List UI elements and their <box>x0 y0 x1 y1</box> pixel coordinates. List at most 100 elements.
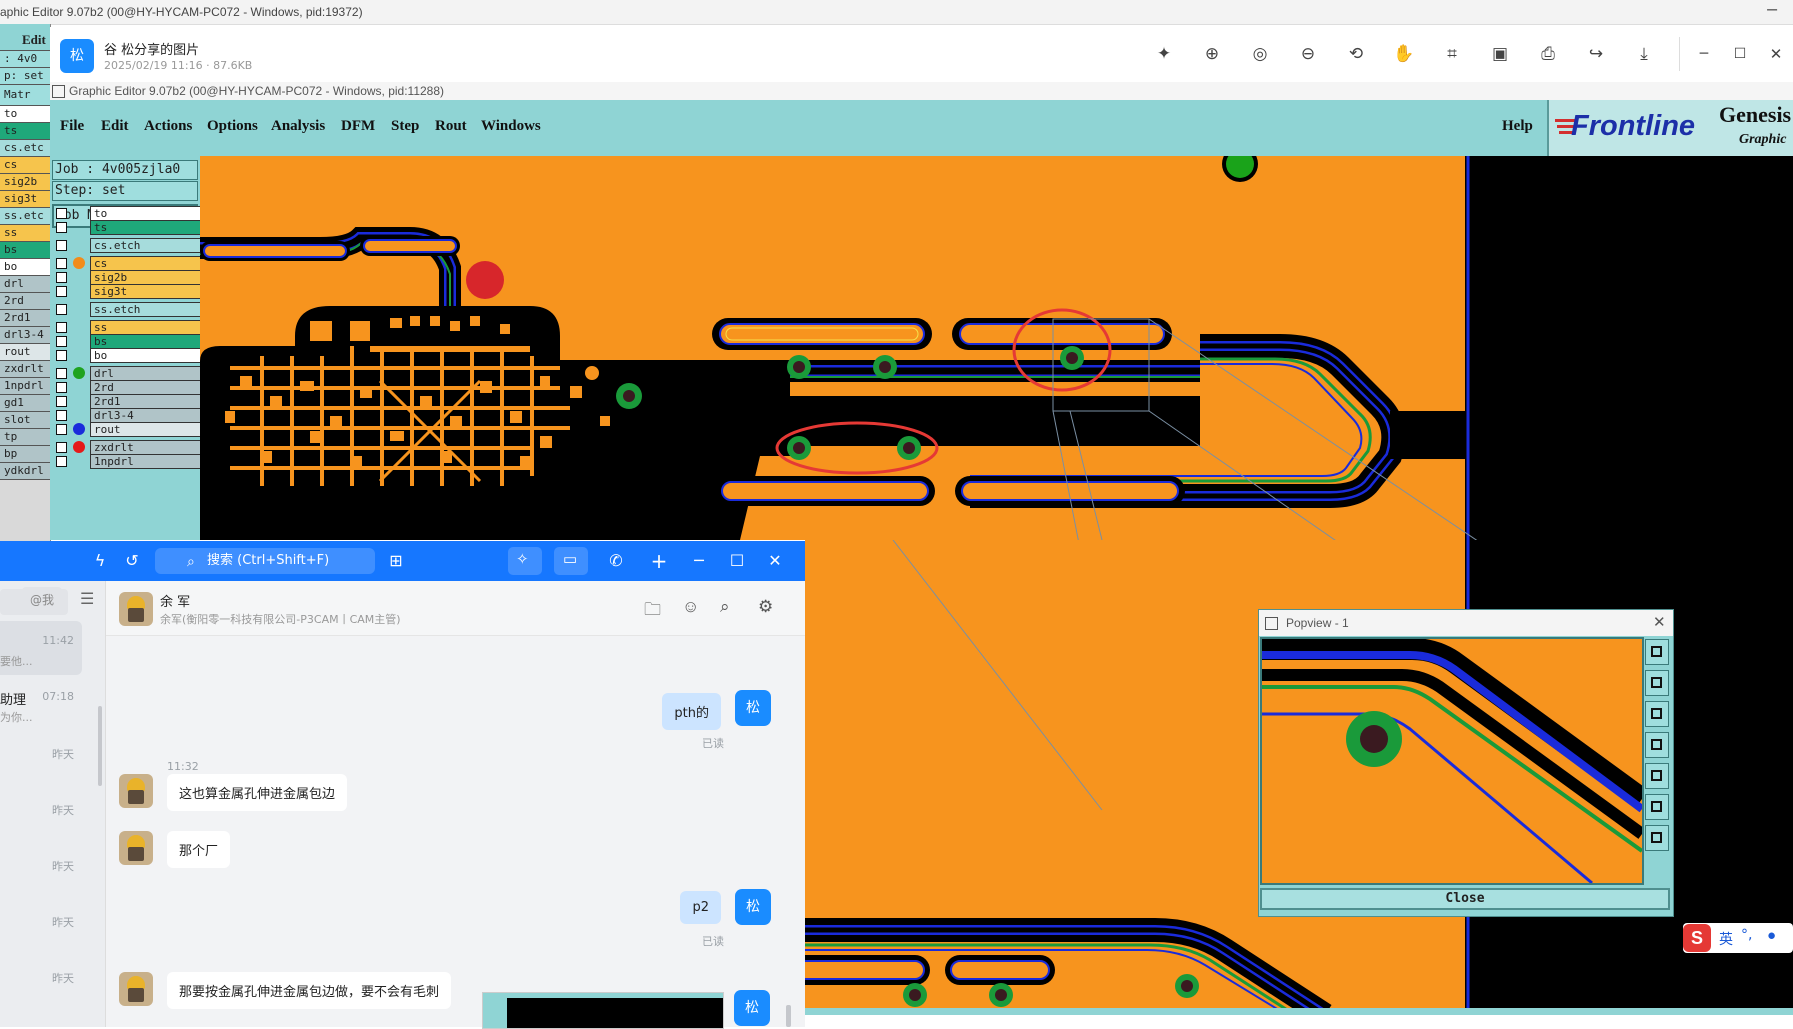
menu-rout[interactable]: Rout <box>435 118 467 135</box>
back-layer-row[interactable]: ydkdrl <box>0 463 50 480</box>
message-bubble-other[interactable]: 那个厂 <box>167 831 231 868</box>
message-bubble-other[interactable]: 那要按金属孔伸进金属包边做，要不会有毛刺 <box>167 972 452 1009</box>
add-member-icon[interactable]: ☺ <box>682 597 699 617</box>
maximize-icon[interactable]: ☐ <box>1729 43 1751 65</box>
back-layer-row[interactable]: cs.etc <box>0 140 50 157</box>
contact-name[interactable]: 余 军 <box>160 591 190 610</box>
chat-close-icon[interactable]: ✕ <box>764 550 786 572</box>
rotate-icon[interactable]: ⟲ <box>1345 43 1367 65</box>
back-layer-row[interactable]: drl <box>0 276 50 293</box>
quick-action-icon[interactable]: ϟ <box>89 550 111 572</box>
layer-row[interactable]: drl <box>54 366 200 381</box>
conversation-item[interactable]: 11:42 要他... <box>0 621 82 675</box>
back-layer-row[interactable]: ss <box>0 225 50 242</box>
layer-row[interactable]: cs <box>54 256 200 271</box>
apps-grid-icon[interactable]: ⊞ <box>385 550 407 572</box>
image-message-thumbnail[interactable] <box>482 992 724 1029</box>
contact-avatar[interactable] <box>119 972 153 1006</box>
layer-checkbox[interactable] <box>56 396 67 407</box>
chat-scrollbar[interactable] <box>786 1005 791 1027</box>
ai-tool-button[interactable]: ✧ <box>508 547 542 575</box>
back-layer-row[interactable]: sig3t <box>0 191 50 208</box>
ime-punctuation[interactable]: °, <box>1741 927 1752 943</box>
layer-checkbox[interactable] <box>56 240 67 251</box>
layer-color-dot[interactable] <box>73 441 85 453</box>
pan-right-icon[interactable] <box>1645 763 1669 789</box>
layer-row[interactable]: 2rd <box>54 380 200 395</box>
back-layer-row[interactable]: slot <box>0 412 50 429</box>
chat-minimize-icon[interactable]: ─ <box>688 550 710 572</box>
back-layer-row[interactable]: ss.etc <box>0 208 50 225</box>
menu-options[interactable]: Options <box>207 118 258 135</box>
menu-dfm[interactable]: DFM <box>341 118 375 135</box>
layer-checkbox[interactable] <box>56 258 67 269</box>
layer-checkbox[interactable] <box>56 410 67 421</box>
menu-edit[interactable]: Edit <box>101 118 129 135</box>
back-layer-row[interactable]: zxdrlt <box>0 361 50 378</box>
layer-name[interactable]: zxdrlt <box>90 440 200 455</box>
layer-name[interactable]: drl3-4 <box>90 408 200 423</box>
menu-actions[interactable]: Actions <box>144 118 192 135</box>
download-icon[interactable]: ⤓ <box>1633 43 1655 65</box>
layer-checkbox[interactable] <box>56 456 67 467</box>
back-layer-row[interactable]: cs <box>0 157 50 174</box>
conversation-item[interactable]: 助理 07:18 为你... <box>0 677 82 731</box>
layer-row[interactable]: bo <box>54 348 200 363</box>
conversation-item[interactable]: 昨天 <box>0 845 82 899</box>
zoom-home-icon[interactable] <box>1645 639 1669 665</box>
magic-wand-icon[interactable]: ✦ <box>1153 43 1175 65</box>
back-layer-row[interactable]: 2rd <box>0 293 50 310</box>
layer-row[interactable]: ss.etch <box>54 302 200 317</box>
layer-name[interactable]: ss.etch <box>90 302 200 317</box>
layer-checkbox[interactable] <box>56 222 67 233</box>
layer-row[interactable]: rout <box>54 422 200 437</box>
call-icon[interactable]: ✆ <box>605 550 627 572</box>
zoom-in-icon[interactable]: ⊕ <box>1201 43 1223 65</box>
minimize-icon[interactable]: ─ <box>1693 43 1715 65</box>
layer-checkbox[interactable] <box>56 442 67 453</box>
layer-row[interactable]: ss <box>54 320 200 335</box>
layer-name[interactable]: cs <box>90 256 200 271</box>
layer-checkbox[interactable] <box>56 368 67 379</box>
layer-name[interactable]: ss <box>90 320 200 335</box>
layer-name[interactable]: rout <box>90 422 200 437</box>
add-icon[interactable]: + <box>648 550 670 572</box>
layer-color-dot[interactable] <box>73 423 85 435</box>
back-layer-row[interactable]: sig2b <box>0 174 50 191</box>
conversation-item[interactable]: 昨天 <box>0 733 82 787</box>
layer-color-dot[interactable] <box>73 367 85 379</box>
menu-file[interactable]: File <box>60 118 84 135</box>
layer-name[interactable]: to <box>90 206 200 221</box>
zoom-center-icon[interactable] <box>1645 825 1669 851</box>
mention-filter[interactable]: @我 <box>22 587 62 613</box>
pan-down-icon[interactable] <box>1645 701 1669 727</box>
contact-avatar[interactable] <box>119 592 153 626</box>
back-layer-row[interactable]: 2rd1 <box>0 310 50 327</box>
my-avatar[interactable]: 松 <box>734 990 770 1026</box>
layer-checkbox[interactable] <box>56 286 67 297</box>
layer-row[interactable]: sig2b <box>54 270 200 285</box>
hand-icon[interactable]: ✋ <box>1393 43 1415 65</box>
folder-icon[interactable]: 🗀 <box>644 597 661 626</box>
menu-windows[interactable]: Windows <box>481 118 541 135</box>
back-layer-row[interactable]: 1npdrl <box>0 378 50 395</box>
chat-maximize-icon[interactable]: ☐ <box>726 550 748 572</box>
message-bubble-other[interactable]: 这也算金属孔伸进金属包边 <box>167 774 348 811</box>
back-minimize-icon[interactable]: ─ <box>1767 1 1777 17</box>
settings-icon[interactable]: ⚙ <box>758 597 773 617</box>
back-job-matrix[interactable]: Matr <box>0 85 50 106</box>
contact-avatar[interactable] <box>119 831 153 865</box>
layer-row[interactable]: bs <box>54 334 200 349</box>
layer-name[interactable]: 1npdrl <box>90 454 200 469</box>
layer-checkbox[interactable] <box>56 272 67 283</box>
popview-window[interactable]: Popview - 1 ✕ Close <box>1258 609 1674 917</box>
layer-row[interactable]: 2rd1 <box>54 394 200 409</box>
popview-canvas[interactable] <box>1260 637 1644 885</box>
share-icon[interactable]: ↪ <box>1585 43 1607 65</box>
layer-row[interactable]: to <box>54 206 200 221</box>
layer-row[interactable]: cs.etch <box>54 238 200 253</box>
layer-row[interactable]: zxdrlt <box>54 440 200 455</box>
layer-checkbox[interactable] <box>56 208 67 219</box>
layer-name[interactable]: sig2b <box>90 270 200 285</box>
popview-close-button[interactable]: Close <box>1260 888 1670 910</box>
